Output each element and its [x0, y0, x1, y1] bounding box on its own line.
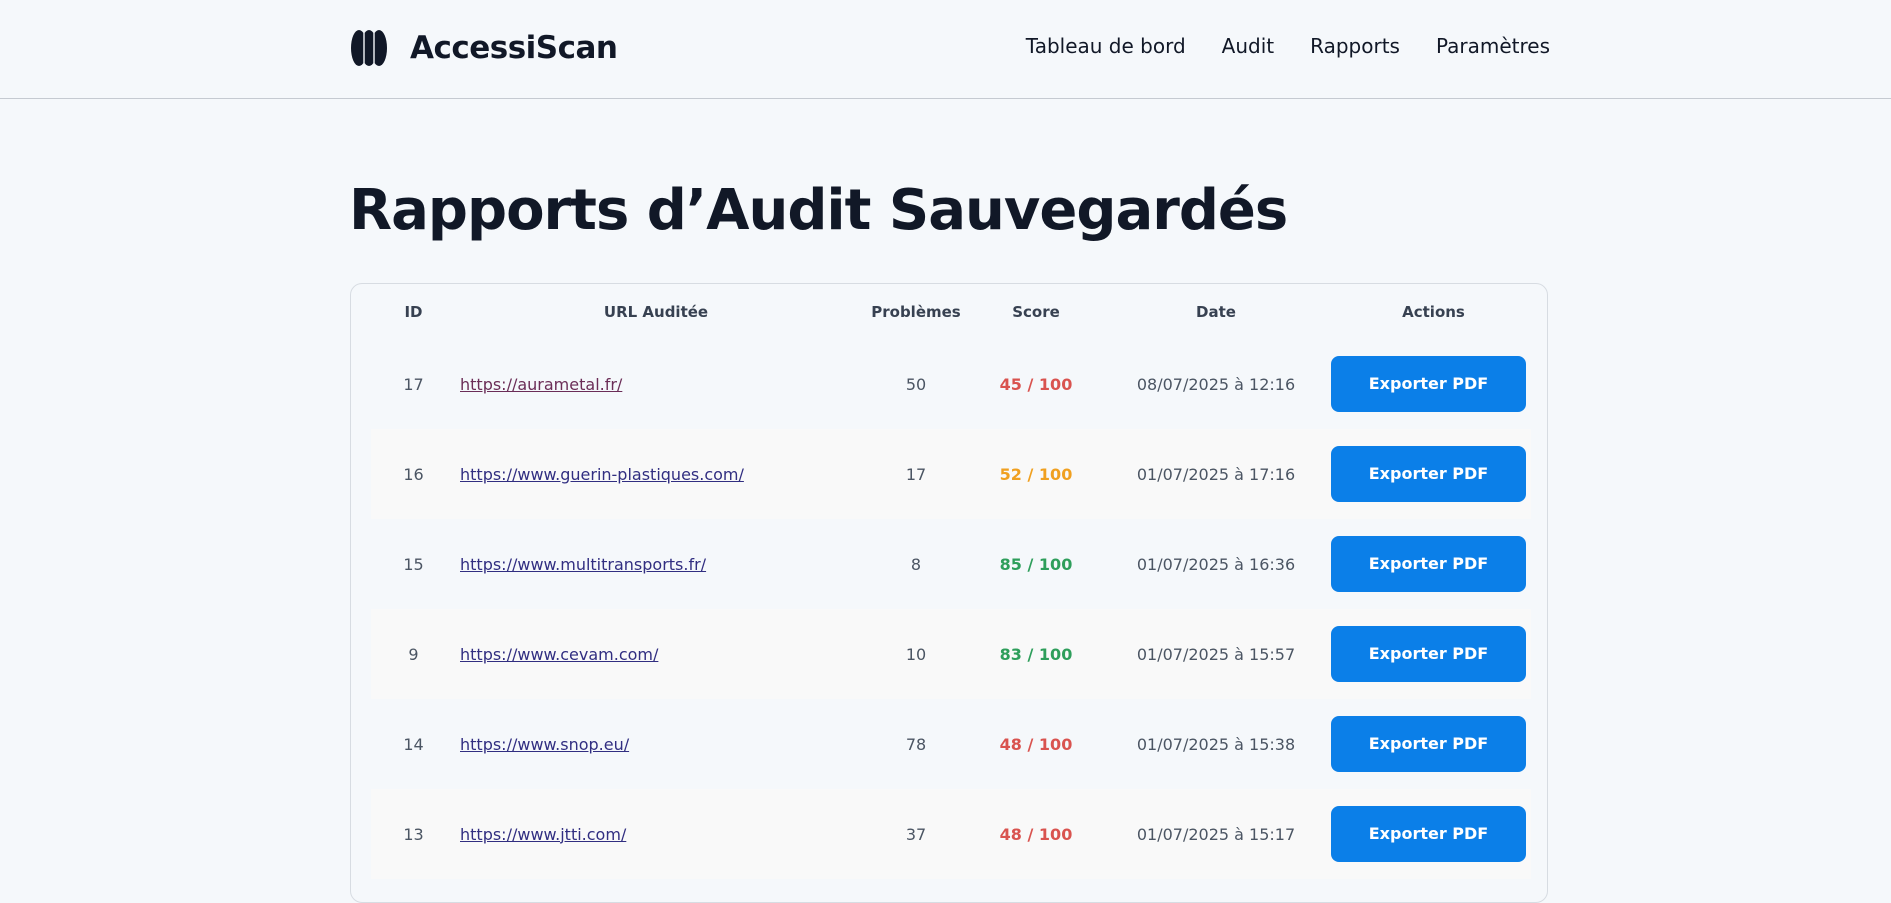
table-row: 17 https://aurametal.fr/ 50 45 / 100 08/…	[371, 339, 1531, 429]
reports-card: ID URL Auditée Problèmes Score Date Acti…	[350, 283, 1548, 903]
url-cell: https://aurametal.fr/	[456, 339, 856, 429]
brand-name: AccessiScan	[410, 30, 618, 66]
issues-count: 8	[856, 519, 976, 609]
export-pdf-button[interactable]: Exporter PDF	[1331, 536, 1526, 592]
row-id: 15	[371, 519, 456, 609]
top-header: AccessiScan Tableau de bord Audit Rappor…	[0, 0, 1891, 99]
row-id: 9	[371, 609, 456, 699]
score-value: 85 / 100	[999, 554, 1073, 574]
table-row: 16 https://www.guerin-plastiques.com/ 17…	[371, 429, 1531, 519]
issues-count: 50	[856, 339, 976, 429]
export-pdf-button[interactable]: Exporter PDF	[1331, 626, 1526, 682]
audited-url-link[interactable]: https://www.cevam.com/	[460, 645, 658, 664]
nav-item-tableau-de-bord[interactable]: Tableau de bord	[1026, 34, 1186, 58]
row-id: 17	[371, 339, 456, 429]
url-cell: https://www.jtti.com/	[456, 789, 856, 879]
issues-count: 78	[856, 699, 976, 789]
column-header-id: ID	[404, 302, 423, 321]
score-value: 48 / 100	[999, 824, 1073, 844]
audited-url-link[interactable]: https://aurametal.fr/	[460, 375, 622, 394]
score-value: 48 / 100	[999, 734, 1073, 754]
score-value: 45 / 100	[999, 374, 1073, 394]
export-pdf-button[interactable]: Exporter PDF	[1331, 716, 1526, 772]
audit-date: 01/07/2025 à 15:38	[1096, 699, 1336, 789]
nav-item-audit[interactable]: Audit	[1222, 34, 1274, 58]
audited-url-link[interactable]: https://www.guerin-plastiques.com/	[460, 465, 744, 484]
table-row: 9 https://www.cevam.com/ 10 83 / 100 01/…	[371, 609, 1531, 699]
nav-item-rapports[interactable]: Rapports	[1310, 34, 1400, 58]
score-value: 83 / 100	[999, 644, 1073, 664]
table-row: 14 https://www.snop.eu/ 78 48 / 100 01/0…	[371, 699, 1531, 789]
row-id: 14	[371, 699, 456, 789]
table-header-row: ID URL Auditée Problèmes Score Date Acti…	[371, 284, 1531, 339]
audit-date: 01/07/2025 à 15:57	[1096, 609, 1336, 699]
logo[interactable]: AccessiScan	[350, 28, 618, 68]
url-cell: https://www.guerin-plastiques.com/	[456, 429, 856, 519]
row-id: 13	[371, 789, 456, 879]
column-header-date: Date	[1196, 302, 1236, 321]
audit-date: 01/07/2025 à 16:36	[1096, 519, 1336, 609]
url-cell: https://www.snop.eu/	[456, 699, 856, 789]
issues-count: 37	[856, 789, 976, 879]
main-nav: Tableau de bord Audit Rapports Paramètre…	[1026, 34, 1550, 58]
column-header-issues: Problèmes	[871, 302, 961, 321]
nav-item-parametres[interactable]: Paramètres	[1436, 34, 1550, 58]
issues-count: 10	[856, 609, 976, 699]
issues-count: 17	[856, 429, 976, 519]
audited-url-link[interactable]: https://www.jtti.com/	[460, 825, 626, 844]
score-value: 52 / 100	[999, 464, 1073, 484]
audited-url-link[interactable]: https://www.snop.eu/	[460, 735, 629, 754]
url-cell: https://www.multitransports.fr/	[456, 519, 856, 609]
accessiscan-logo-icon	[351, 30, 387, 66]
row-id: 16	[371, 429, 456, 519]
column-header-actions: Actions	[1402, 302, 1465, 321]
export-pdf-button[interactable]: Exporter PDF	[1331, 446, 1526, 502]
url-cell: https://www.cevam.com/	[456, 609, 856, 699]
audit-date: 01/07/2025 à 17:16	[1096, 429, 1336, 519]
audited-url-link[interactable]: https://www.multitransports.fr/	[460, 555, 706, 574]
export-pdf-button[interactable]: Exporter PDF	[1331, 356, 1526, 412]
export-pdf-button[interactable]: Exporter PDF	[1331, 806, 1526, 862]
page-title: Rapports d’Audit Sauvegardés	[349, 178, 1288, 243]
reports-table: ID URL Auditée Problèmes Score Date Acti…	[371, 284, 1531, 879]
column-header-url: URL Auditée	[603, 302, 709, 321]
audit-date: 08/07/2025 à 12:16	[1096, 339, 1336, 429]
audit-date: 01/07/2025 à 15:17	[1096, 789, 1336, 879]
column-header-score: Score	[1012, 302, 1060, 321]
table-row: 13 https://www.jtti.com/ 37 48 / 100 01/…	[371, 789, 1531, 879]
table-row: 15 https://www.multitransports.fr/ 8 85 …	[371, 519, 1531, 609]
